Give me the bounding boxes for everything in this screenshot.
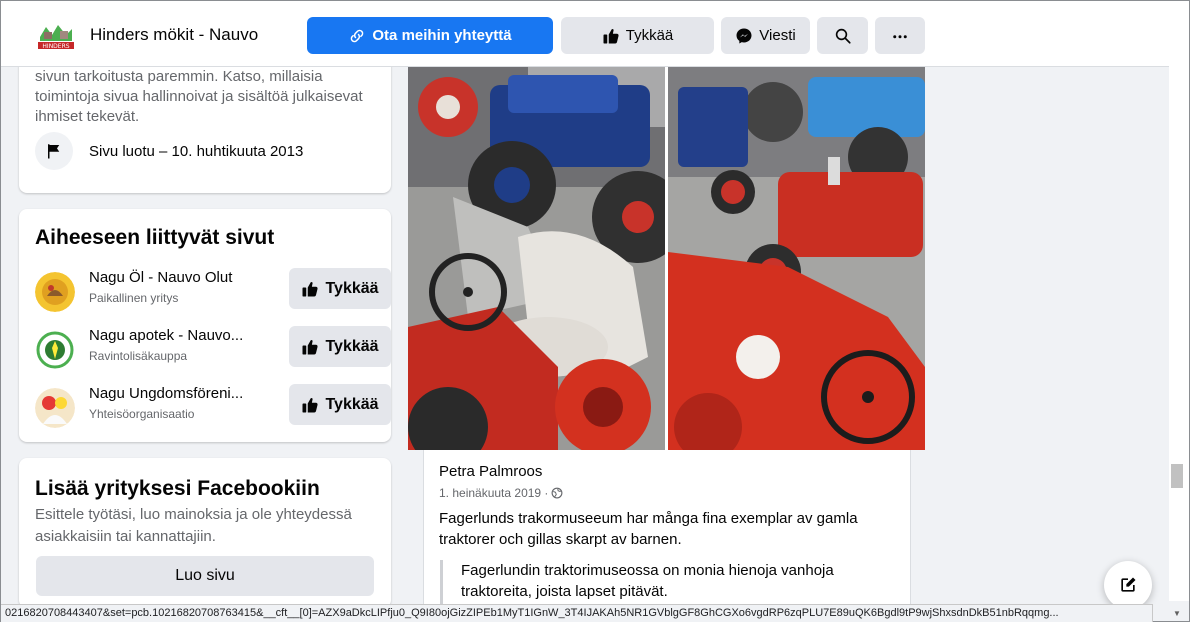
add-business-title: Lisää yrityksesi Facebookiin <box>35 477 320 500</box>
related-item-name[interactable]: Nagu apotek - Nauvo... <box>89 327 289 344</box>
related-like-button[interactable]: Tykkää <box>289 384 391 425</box>
related-item-name[interactable]: Nagu Öl - Nauvo Olut <box>89 269 289 286</box>
page-created-text: Sivu luotu – 10. huhtikuuta 2013 <box>89 142 304 160</box>
message-button-label: Viesti <box>759 27 796 44</box>
related-pages-title: Aiheeseen liittyvät sivut <box>35 226 275 249</box>
message-button[interactable]: Viesti <box>721 17 810 54</box>
thumbs-up-icon <box>302 339 319 354</box>
add-business-description: Esittele työtäsi, luo mainoksia ja ole y… <box>35 506 352 545</box>
search-icon <box>835 28 851 44</box>
page-logo[interactable]: HINDERS <box>36 15 76 51</box>
contact-button[interactable]: Ota meihin yhteyttä <box>307 17 553 54</box>
post-photos <box>408 67 925 450</box>
contact-button-label: Ota meihin yhteyttä <box>372 27 512 44</box>
status-bar-url: 0216820708443407&set=pcb.102168207087634… <box>1 604 1153 622</box>
post-author[interactable]: Petra Palmroos <box>439 463 542 480</box>
new-message-button[interactable] <box>1104 561 1152 609</box>
flag-icon <box>35 132 73 170</box>
post-translation: Fagerlundin traktorimuseossa on monia hi… <box>440 560 880 610</box>
post-text: Fagerlunds trakormuseeum har många fina … <box>439 510 858 548</box>
avatar[interactable] <box>35 388 75 428</box>
related-like-label: Tykkää <box>325 337 379 355</box>
related-item-category: Paikallinen yritys <box>89 291 179 305</box>
related-item-category: Ravintolisäkauppa <box>89 349 188 363</box>
post-date[interactable]: 1. heinäkuuta 2019 · <box>439 486 548 500</box>
related-item[interactable]: Nagu Ungdomsföreni... Yhteisöorganisaati… <box>35 383 391 431</box>
add-business-card: Lisää yrityksesi Facebookiin Esittele ty… <box>19 458 391 608</box>
scroll-down-arrow-icon[interactable]: ▼ <box>1173 609 1181 618</box>
svg-text:HINDERS: HINDERS <box>42 43 69 50</box>
post-card: Petra Palmroos 1. heinäkuuta 2019 · Fage… <box>423 450 911 610</box>
thumbs-up-icon <box>302 397 319 412</box>
create-page-button[interactable]: Luo sivu <box>36 556 374 596</box>
thumbs-up-icon <box>603 28 619 43</box>
related-item-category: Yhteisöorganisaatio <box>89 407 195 421</box>
link-icon <box>351 29 364 42</box>
related-item-name[interactable]: Nagu Ungdomsföreni... <box>89 385 289 402</box>
tractor-photo-right[interactable] <box>668 67 925 450</box>
post-meta: 1. heinäkuuta 2019 · <box>439 486 563 500</box>
compose-icon <box>1121 577 1136 592</box>
related-like-button[interactable]: Tykkää <box>289 326 391 367</box>
messenger-icon <box>736 28 752 43</box>
transparency-text: sivun tarkoitusta paremmin. Katso, milla… <box>35 68 363 125</box>
globe-icon <box>551 487 563 499</box>
avatar[interactable] <box>35 330 75 370</box>
more-button[interactable] <box>875 17 925 54</box>
page-header: HINDERS Hinders mökit - Nauvo Ota meihin… <box>1 1 1169 67</box>
scrollbar[interactable] <box>1169 1 1189 601</box>
related-pages-card: Aiheeseen liittyvät sivut Nagu Öl - Nauv… <box>19 209 391 442</box>
like-page-button[interactable]: Tykkää <box>561 17 714 54</box>
page-created-row: Sivu luotu – 10. huhtikuuta 2013 <box>35 132 304 170</box>
related-like-button[interactable]: Tykkää <box>289 268 391 309</box>
like-page-button-label: Tykkää <box>625 27 674 44</box>
related-item[interactable]: Nagu Öl - Nauvo Olut Paikallinen yritys … <box>35 267 391 315</box>
avatar[interactable] <box>35 272 75 312</box>
tractor-photo-left[interactable] <box>408 67 665 450</box>
related-like-label: Tykkää <box>325 279 379 297</box>
scrollbar-thumb[interactable] <box>1171 464 1183 488</box>
thumbs-up-icon <box>302 281 319 296</box>
page-name[interactable]: Hinders mökit - Nauvo <box>90 25 258 45</box>
related-like-label: Tykkää <box>325 395 379 413</box>
more-icon <box>893 34 907 38</box>
related-item[interactable]: Nagu apotek - Nauvo... Ravintolisäkauppa… <box>35 325 391 373</box>
search-button[interactable] <box>817 17 868 54</box>
